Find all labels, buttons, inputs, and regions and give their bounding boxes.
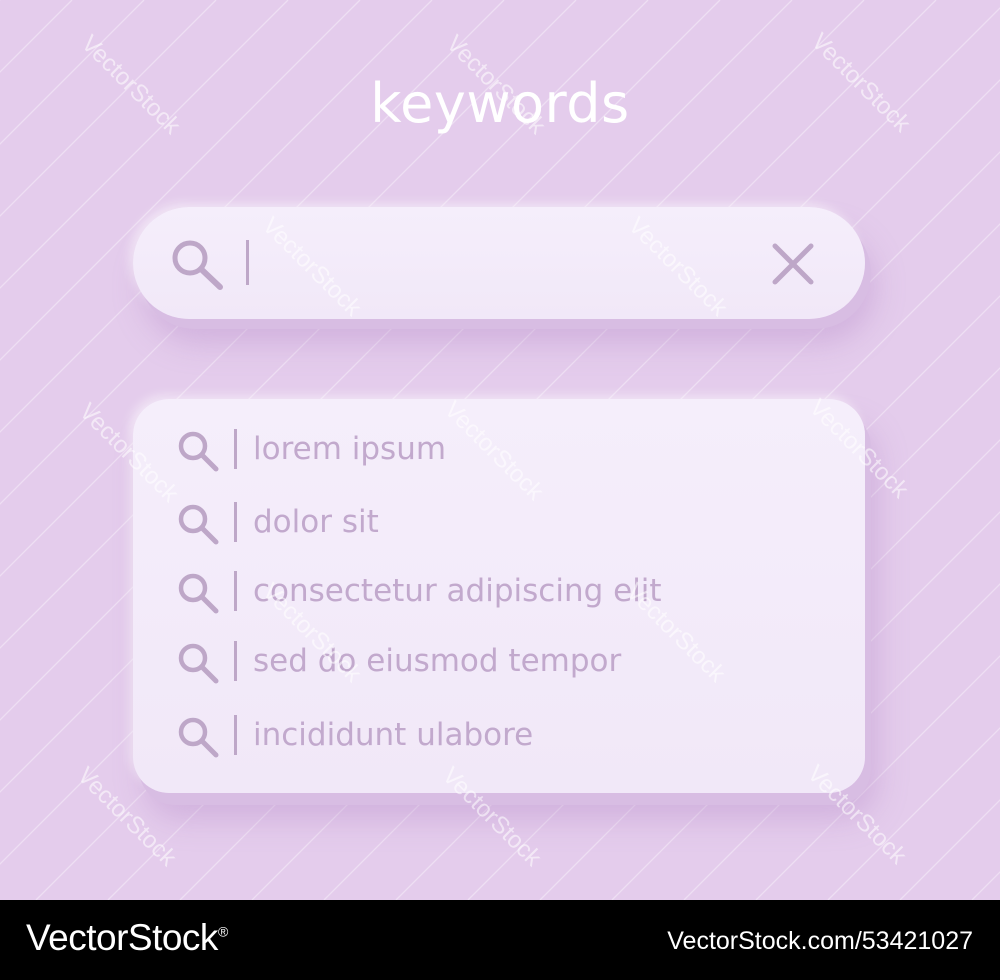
suggestion-label: incididunt ulabore — [253, 717, 534, 753]
background-line — [899, 799, 1000, 900]
suggestion-item[interactable]: dolor sit — [133, 500, 865, 546]
suggestion-item[interactable]: incididunt ulabore — [133, 713, 865, 759]
search-icon — [178, 573, 219, 614]
background-line — [0, 0, 145, 145]
page-title: keywords — [370, 72, 630, 135]
suggestion-item[interactable]: sed do eiusmod tempor — [133, 639, 865, 685]
footer-brand: VectorStock® — [26, 917, 228, 959]
suggestion-item[interactable]: consectetur adipiscing elit — [133, 569, 865, 615]
search-icon — [178, 717, 219, 758]
background-line — [0, 0, 73, 73]
suggestion-label: consectetur adipiscing elit — [253, 573, 662, 609]
close-icon[interactable] — [769, 240, 817, 288]
suggestion-label: lorem ipsum — [253, 431, 447, 467]
footer-bar: VectorStock® VectorStock.com/53421027 — [0, 900, 1000, 980]
suggestion-label: dolor sit — [253, 504, 379, 540]
divider — [234, 641, 237, 681]
canvas: keywords lorem ipsum dolor sit consectet… — [0, 0, 1000, 900]
divider — [234, 715, 237, 755]
divider — [234, 502, 237, 542]
footer-image-id: VectorStock.com/53421027 — [667, 927, 973, 955]
search-icon — [178, 643, 219, 684]
registered-mark: ® — [217, 923, 228, 940]
search-icon — [178, 431, 219, 472]
search-icon[interactable] — [167, 237, 227, 291]
footer-brand-name: VectorStock — [26, 917, 218, 958]
suggestion-label: sed do eiusmod tempor — [253, 643, 622, 679]
search-icon — [178, 504, 219, 545]
suggestion-item[interactable]: lorem ipsum — [133, 427, 865, 473]
divider — [234, 571, 237, 611]
background-line — [971, 871, 1000, 900]
suggestions-dropdown: lorem ipsum dolor sit consectetur adipis… — [133, 399, 865, 793]
divider — [234, 429, 237, 469]
text-cursor — [246, 240, 249, 285]
search-bar[interactable] — [133, 207, 865, 319]
